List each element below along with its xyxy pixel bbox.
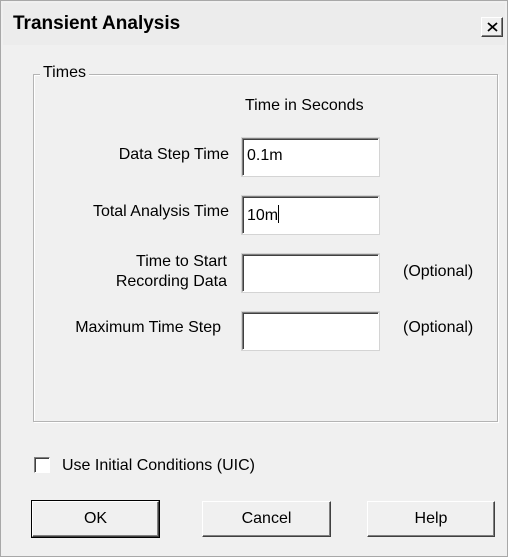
maximum-time-step-input[interactable] [242, 312, 379, 350]
close-button[interactable] [481, 17, 503, 37]
dialog-title: Transient Analysis [13, 13, 181, 34]
ok-button[interactable]: OK [31, 500, 160, 538]
data-step-time-value: 0.1m [247, 147, 283, 164]
time-to-start-label-line2: Recording Data [115, 273, 227, 290]
uic-checkbox[interactable] [34, 457, 50, 473]
cancel-button[interactable]: Cancel [202, 501, 331, 537]
time-to-start-recording-input[interactable] [242, 254, 379, 292]
time-in-seconds-header: Time in Seconds [245, 97, 364, 114]
transient-analysis-dialog: Transient Analysis Times Time in Seconds… [0, 0, 508, 557]
total-analysis-time-value: 10m [247, 207, 279, 224]
total-analysis-time-input[interactable]: 10m [242, 196, 379, 234]
times-group-legend: Times [40, 64, 89, 82]
times-group [33, 74, 498, 422]
data-step-time-input[interactable]: 0.1m [242, 138, 379, 176]
close-icon [487, 22, 498, 32]
help-button[interactable]: Help [367, 501, 495, 537]
optional-hint-max-step: (Optional) [403, 319, 474, 336]
uic-label[interactable]: Use Initial Conditions (UIC) [62, 457, 255, 475]
text-caret [278, 205, 280, 223]
maximum-time-step-label: Maximum Time Step [75, 319, 221, 336]
data-step-time-label: Data Step Time [118, 146, 229, 163]
optional-hint-start: (Optional) [403, 263, 474, 280]
title-bar: Transient Analysis [3, 3, 505, 45]
time-to-start-label-line1: Time to Start [136, 253, 227, 270]
total-analysis-time-label: Total Analysis Time [92, 203, 229, 220]
